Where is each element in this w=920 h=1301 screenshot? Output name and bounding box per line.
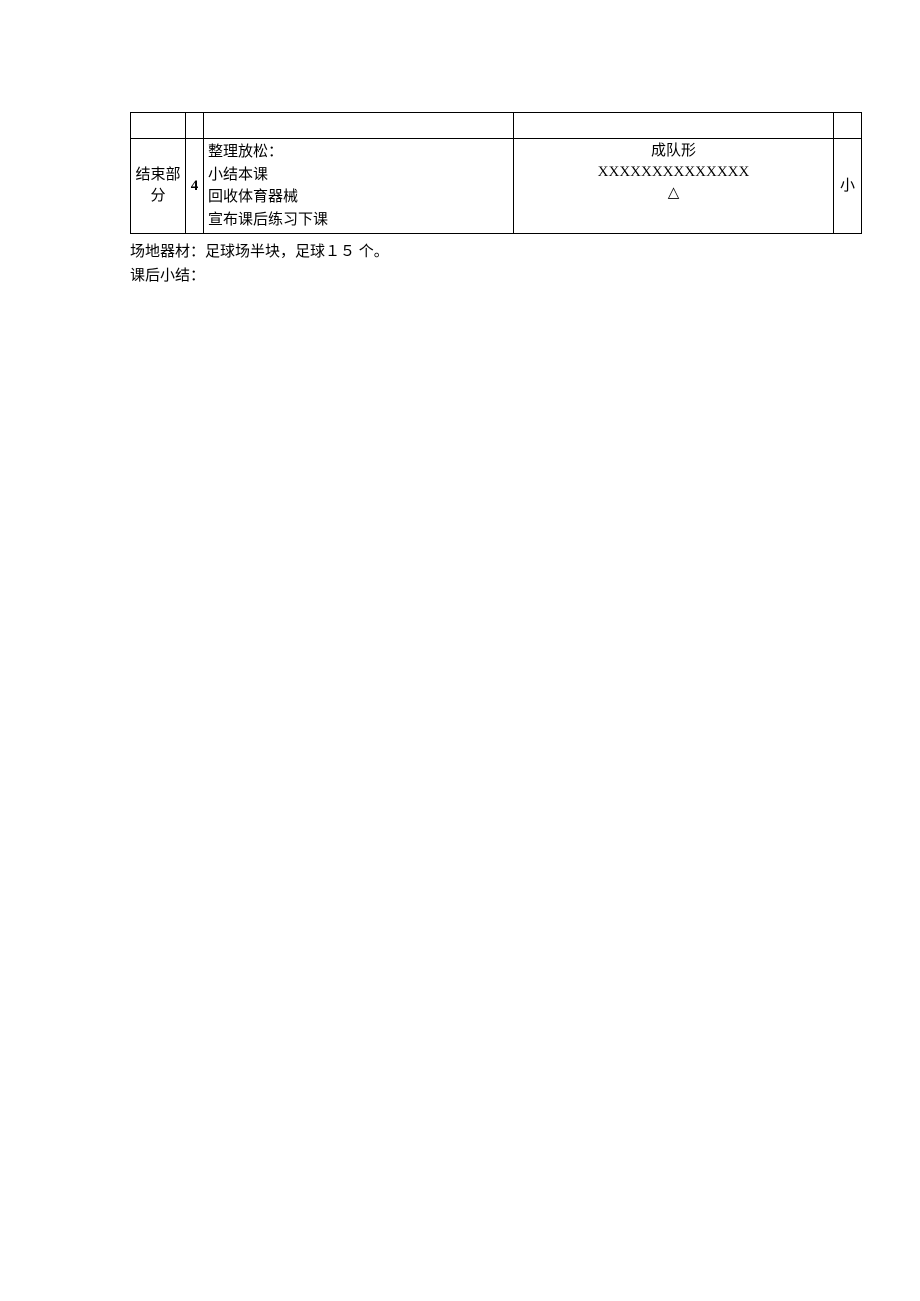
table-row-conclusion: 结束部分 4 整理放松： 小结本课 回收体育器械 宣布课后练习下课 成队形 XX… [131,139,862,234]
intensity-value: 小 [840,178,855,194]
summary-line: 课后小结： [130,264,790,288]
cell-r1-c3 [204,113,514,139]
content-line4: 宣布课后练习下课 [208,209,509,232]
content-line2: 小结本课 [208,164,509,187]
cell-r1-c5 [834,113,862,139]
content-line3: 回收体育器械 [208,186,509,209]
duration-cell: 4 [186,139,204,234]
intensity-cell: 小 [834,139,862,234]
formation-line2: XXXXXXXXXXXXXX [514,162,833,183]
cell-r1-c4 [514,113,834,139]
section-name: 结束部分 [135,167,180,204]
formation-cell: 成队形 XXXXXXXXXXXXXX △ [514,139,834,234]
summary-label: 课后小结： [130,268,205,284]
duration-value: 4 [191,178,199,194]
equipment-label: 场地器材： [130,244,205,260]
formation-line3: △ [514,183,833,204]
cell-r1-c2 [186,113,204,139]
cell-r1-c1 [131,113,186,139]
content-cell: 整理放松： 小结本课 回收体育器械 宣布课后练习下课 [204,139,514,234]
equipment-line: 场地器材：足球场半块，足球１５ 个。 [130,240,790,264]
table-row-empty [131,113,862,139]
footer-section: 场地器材：足球场半块，足球１５ 个。 课后小结： [130,240,790,288]
content-line1: 整理放松： [208,141,509,164]
section-name-cell: 结束部分 [131,139,186,234]
lesson-plan-table: 结束部分 4 整理放松： 小结本课 回收体育器械 宣布课后练习下课 成队形 XX… [130,112,862,234]
equipment-value: 足球场半块，足球１５ 个。 [205,244,389,260]
formation-line1: 成队形 [514,141,833,162]
